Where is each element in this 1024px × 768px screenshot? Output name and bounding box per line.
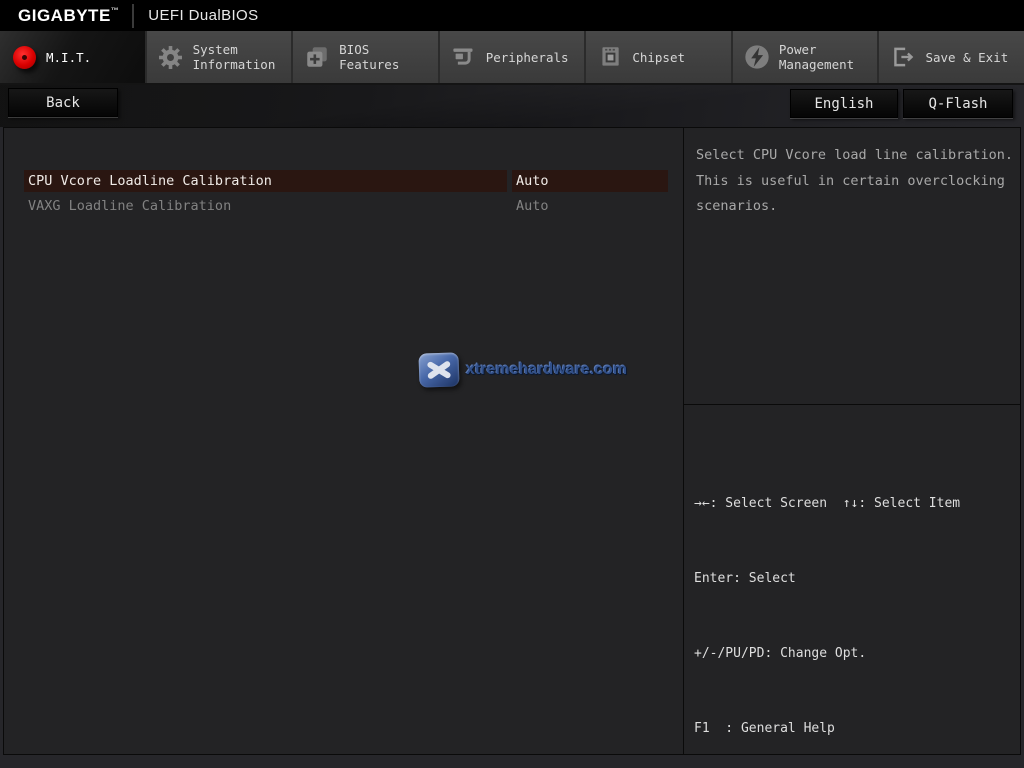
gigabyte-logo: GIGABYTE™ bbox=[18, 5, 120, 25]
setting-row-cpu-vcore-loadline[interactable]: CPU Vcore Loadline Calibration Auto bbox=[4, 168, 683, 193]
bios-screen: GIGABYTE™ UEFI DualBIOS M.I.T. System In… bbox=[0, 0, 1024, 768]
peripherals-icon bbox=[449, 42, 479, 72]
toolbar-band: Back English Q-Flash bbox=[0, 85, 1024, 127]
key-hint: →←: Select Screen ↑↓: Select Item bbox=[694, 496, 961, 511]
tab-peripherals[interactable]: Peripherals bbox=[439, 31, 587, 83]
title-bar: GIGABYTE™ UEFI DualBIOS bbox=[0, 0, 1024, 31]
tab-chipset[interactable]: Chipset bbox=[586, 31, 733, 83]
help-panel-divider bbox=[684, 404, 1020, 405]
product-title: UEFI DualBIOS bbox=[148, 7, 259, 24]
setting-label: VAXG Loadline Calibration bbox=[28, 197, 232, 214]
key-hint: F1 : General Help bbox=[694, 721, 835, 736]
setting-row-vaxg-loadline[interactable]: VAXG Loadline Calibration Auto bbox=[4, 193, 683, 218]
exit-door-icon bbox=[888, 42, 918, 72]
watermark: xtremehardware.com bbox=[418, 352, 627, 388]
trademark-symbol: ™ bbox=[110, 5, 120, 15]
qflash-button[interactable]: Q-Flash bbox=[903, 89, 1013, 118]
tab-mit[interactable]: M.I.T. bbox=[0, 31, 147, 83]
content-area: CPU Vcore Loadline Calibration Auto VAXG… bbox=[3, 127, 1021, 755]
tab-system-information[interactable]: System Information bbox=[146, 31, 294, 83]
mit-red-dot-icon bbox=[9, 42, 39, 72]
tab-bios-features[interactable]: BIOS Features bbox=[293, 31, 440, 83]
key-hints-list: →←: Select Screen ↑↓: Select Item Enter:… bbox=[694, 441, 1020, 768]
help-description: Select CPU Vcore load line calibration. … bbox=[696, 147, 1013, 214]
tab-power-management[interactable]: Power Management bbox=[732, 31, 880, 83]
gear-icon bbox=[156, 42, 186, 72]
setting-value: Auto bbox=[516, 197, 549, 214]
key-hint: +/-/PU/PD: Change Opt. bbox=[694, 646, 867, 661]
bios-chip-icon bbox=[302, 42, 332, 72]
language-button[interactable]: English bbox=[790, 89, 898, 118]
power-bolt-icon bbox=[742, 42, 772, 72]
key-hint: Enter: Select bbox=[694, 571, 796, 586]
back-button[interactable]: Back bbox=[8, 88, 118, 117]
help-panel: Select CPU Vcore load line calibration. … bbox=[684, 128, 1020, 754]
setting-value: Auto bbox=[512, 169, 668, 192]
watermark-x-icon bbox=[418, 352, 460, 388]
chipset-icon bbox=[595, 42, 625, 72]
titlebar-divider bbox=[132, 3, 135, 28]
watermark-text: xtremehardware.com bbox=[466, 361, 627, 378]
tab-bar: M.I.T. System Information BIOS Features … bbox=[0, 31, 1024, 85]
settings-panel: CPU Vcore Loadline Calibration Auto VAXG… bbox=[4, 128, 684, 754]
tab-save-exit[interactable]: Save & Exit bbox=[879, 31, 1024, 83]
setting-label: CPU Vcore Loadline Calibration bbox=[24, 169, 507, 192]
